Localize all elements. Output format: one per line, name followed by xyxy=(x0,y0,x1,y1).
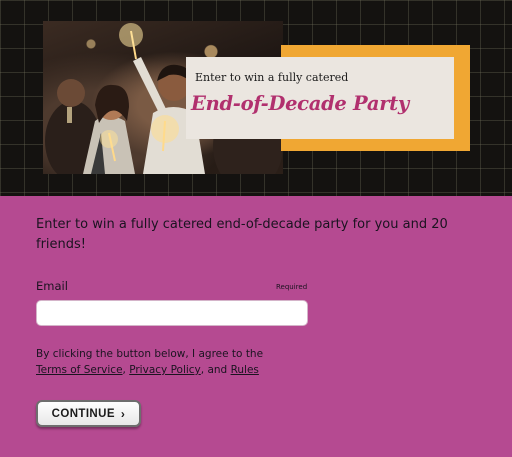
rules-link[interactable]: Rules xyxy=(231,364,259,376)
required-indicator: Required xyxy=(276,283,308,291)
terms-of-service-link[interactable]: Terms of Service xyxy=(36,364,123,376)
intro-text: Enter to win a fully catered end-of-deca… xyxy=(36,217,448,252)
hero-banner: Enter to win a fully catered End-of-Deca… xyxy=(0,0,512,196)
hero-headline: End-of-Decade Party xyxy=(191,92,409,115)
continue-label: CONTINUE xyxy=(51,407,115,420)
email-field[interactable] xyxy=(36,300,308,326)
privacy-policy-link[interactable]: Privacy Policy xyxy=(129,364,201,376)
title-card: Enter to win a fully catered End-of-Deca… xyxy=(186,57,454,139)
hero-kicker: Enter to win a fully catered xyxy=(195,71,349,84)
legal-text: By clicking the button below, I agree to… xyxy=(36,346,336,378)
continue-button[interactable]: CONTINUE › xyxy=(36,400,141,427)
email-label: Email xyxy=(36,279,68,293)
legal-separator: , and xyxy=(200,364,231,376)
legal-prefix: By clicking the button below, I agree to… xyxy=(36,348,264,360)
chevron-right-icon: › xyxy=(120,406,126,421)
